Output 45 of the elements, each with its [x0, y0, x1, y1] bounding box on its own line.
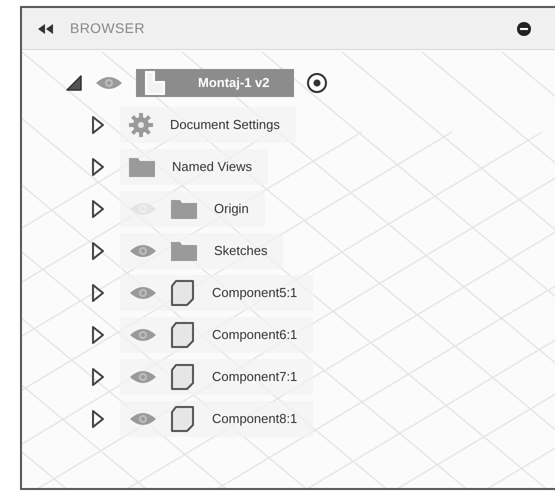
gear-icon: [128, 112, 154, 138]
eye-icon[interactable]: [129, 285, 157, 301]
tree-item-label: Component6:1: [212, 326, 298, 344]
collapsed-caret-icon[interactable]: [90, 240, 106, 262]
folder-icon: [170, 240, 198, 262]
tree-item-label: Component5:1: [212, 284, 298, 302]
expanded-caret-icon[interactable]: [64, 73, 84, 93]
minus-circle-icon[interactable]: [517, 22, 531, 36]
tree-item-label: Montaj-1 v2: [197, 74, 271, 92]
folder-icon: [128, 156, 156, 178]
collapsed-caret-icon[interactable]: [90, 324, 106, 346]
tree-row[interactable]: Component8:1: [120, 401, 314, 437]
collapse-icon[interactable]: [38, 24, 54, 34]
document-icon: [144, 70, 166, 96]
cube-icon: [170, 363, 196, 391]
collapsed-caret-icon[interactable]: [90, 282, 106, 304]
collapsed-caret-icon[interactable]: [90, 114, 106, 136]
tree-row[interactable]: Component6:1: [120, 317, 314, 353]
target-icon[interactable]: [306, 72, 328, 94]
tree-row[interactable]: Component7:1: [120, 359, 314, 395]
collapsed-caret-icon[interactable]: [90, 198, 106, 220]
panel-title: BROWSER: [70, 19, 145, 38]
tree-row[interactable]: Named Views: [120, 149, 268, 185]
tree-item-label: Document Settings: [170, 116, 280, 134]
tree-item-label: Named Views: [172, 158, 252, 176]
collapsed-caret-icon[interactable]: [90, 408, 106, 430]
tree-row[interactable]: Sketches: [120, 233, 284, 269]
cube-icon: [170, 321, 196, 349]
tree-item-label: Component8:1: [212, 410, 298, 428]
eye-icon[interactable]: [129, 327, 157, 343]
folder-icon: [170, 198, 198, 220]
tree-item-label: Origin: [214, 200, 249, 218]
eye-icon[interactable]: [95, 75, 123, 91]
eye-icon[interactable]: [129, 411, 157, 427]
tree-row[interactable]: Component5:1: [120, 275, 314, 311]
cube-icon: [170, 279, 196, 307]
collapsed-caret-icon[interactable]: [90, 156, 106, 178]
collapsed-caret-icon[interactable]: [90, 366, 106, 388]
cube-icon: [170, 405, 196, 433]
tree-item-label: Sketches: [214, 242, 268, 260]
tree-item-label: Component7:1: [212, 368, 298, 386]
tree-row[interactable]: Origin: [120, 191, 265, 227]
eye-icon[interactable]: [129, 369, 157, 385]
tree-row[interactable]: Document Settings: [120, 107, 296, 143]
eye-icon[interactable]: [129, 243, 157, 259]
